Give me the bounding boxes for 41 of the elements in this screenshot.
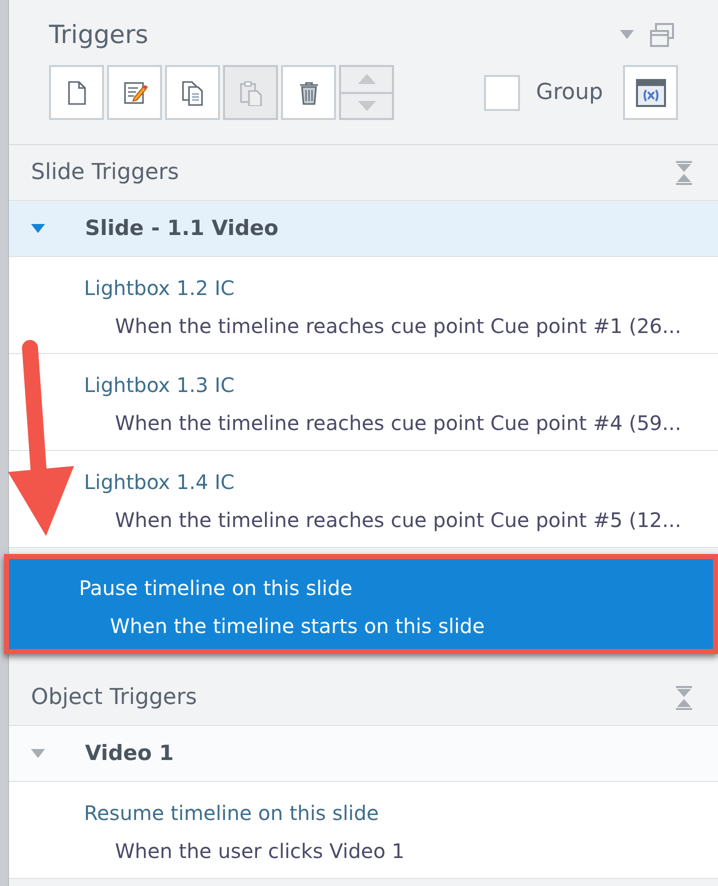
- restore-window-icon[interactable]: [650, 22, 674, 46]
- trigger-row[interactable]: Lightbox 1.2 IC When the timeline reaches cue point Cue point #1 (26...: [9, 257, 718, 354]
- variable-window-icon: [634, 76, 666, 108]
- trigger-row[interactable]: Lightbox 1.4 IC When the timeline reaches cue point Cue point #5 (12...: [9, 451, 718, 548]
- edit-page-button[interactable]: [107, 65, 162, 120]
- group-name: Video 1: [85, 740, 174, 767]
- trigger-condition: When the timeline starts on this slide: [109, 613, 486, 639]
- trigger-row[interactable]: Resume timeline on this slide When the user clicks Video 1: [9, 782, 718, 879]
- variables-button[interactable]: [623, 65, 678, 120]
- dropdown-caret-icon[interactable]: [620, 30, 634, 39]
- section-title: Object Triggers: [31, 684, 197, 712]
- group-row[interactable]: Video 1: [9, 726, 718, 782]
- page-button[interactable]: [49, 65, 104, 120]
- down-arrow-icon: [358, 100, 376, 111]
- collapse-icon[interactable]: [676, 686, 692, 710]
- trigger-action: Lightbox 1.3 IC: [84, 372, 236, 398]
- group-checkbox[interactable]: [484, 74, 520, 110]
- trigger-action: Resume timeline on this slide: [84, 800, 380, 826]
- panel-title: Triggers: [49, 22, 148, 47]
- trigger-action: Pause timeline on this slide: [79, 575, 354, 601]
- copy-button[interactable]: [165, 65, 220, 120]
- group-row[interactable]: Slide - 1.1 Video: [9, 201, 718, 257]
- section-title: Slide Triggers: [31, 159, 180, 187]
- edit-page-icon: [122, 80, 148, 106]
- trigger-action: Lightbox 1.4 IC: [84, 469, 236, 495]
- trigger-condition: When the user clicks Video 1: [114, 838, 406, 864]
- trash-button[interactable]: [281, 65, 336, 120]
- clipboard-icon: [238, 80, 264, 106]
- trigger-condition: When the timeline reaches cue point Cue point #1 (26...: [114, 313, 682, 339]
- expand-caret-icon[interactable]: [31, 749, 45, 758]
- trigger-condition: When the timeline reaches cue point Cue point #5 (12...: [114, 507, 682, 533]
- group-name: Slide - 1.1 Video: [85, 214, 278, 242]
- trigger-row[interactable]: Pause timeline on this slide When the timeline starts on this slide: [4, 554, 718, 654]
- trigger-row[interactable]: Lightbox 1.3 IC When the timeline reaches cue point Cue point #4 (59...: [9, 354, 718, 451]
- collapse-icon[interactable]: [676, 160, 692, 184]
- trigger-action: Lightbox 1.2 IC: [84, 275, 236, 301]
- checkbox-label: Group: [536, 79, 603, 107]
- trigger-condition: When the timeline reaches cue point Cue point #4 (59...: [114, 410, 682, 436]
- expand-caret-icon[interactable]: [31, 224, 45, 233]
- copy-icon: [180, 80, 206, 106]
- up-arrow-icon: [358, 74, 376, 84]
